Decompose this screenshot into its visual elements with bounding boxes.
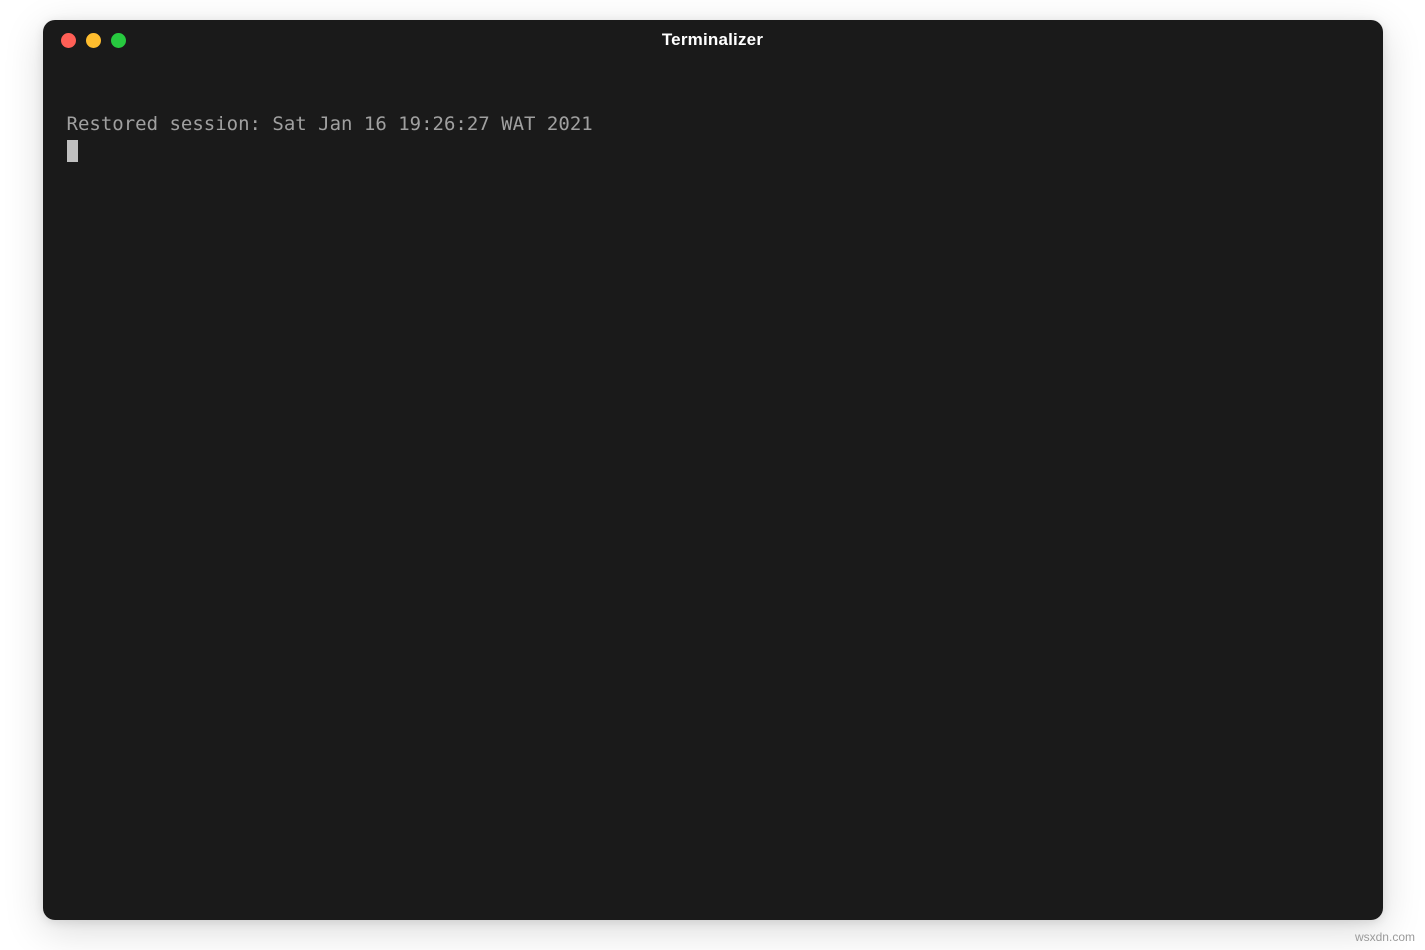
watermark: wsxdn.com bbox=[1355, 930, 1415, 944]
traffic-lights bbox=[61, 33, 126, 48]
terminal-output-line: Restored session: Sat Jan 16 19:26:27 WA… bbox=[67, 112, 1359, 138]
terminal-prompt-line bbox=[67, 138, 1359, 165]
terminal-body[interactable]: Restored session: Sat Jan 16 19:26:27 WA… bbox=[43, 60, 1383, 920]
terminal-window: Terminalizer Restored session: Sat Jan 1… bbox=[43, 20, 1383, 920]
titlebar: Terminalizer bbox=[43, 20, 1383, 60]
maximize-button[interactable] bbox=[111, 33, 126, 48]
window-title: Terminalizer bbox=[662, 30, 763, 50]
close-button[interactable] bbox=[61, 33, 76, 48]
minimize-button[interactable] bbox=[86, 33, 101, 48]
cursor bbox=[67, 140, 78, 162]
